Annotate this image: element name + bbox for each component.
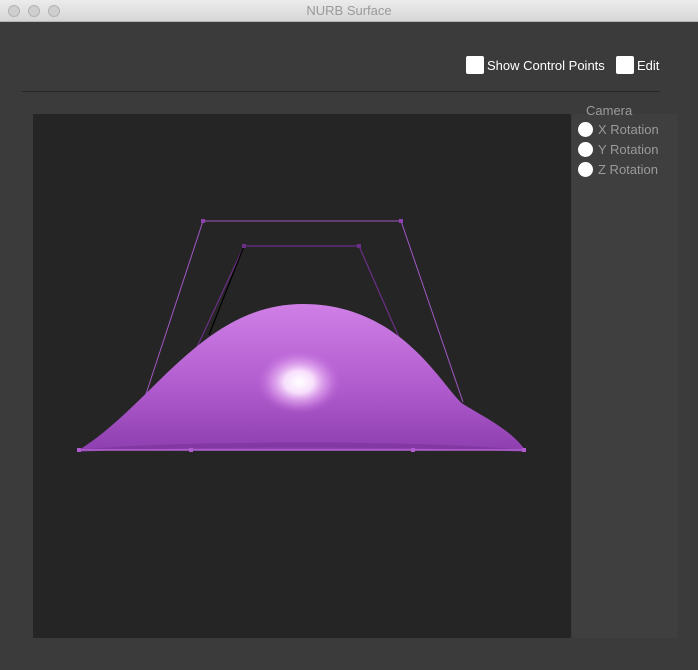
control-point[interactable]	[357, 244, 361, 248]
camera-title: Camera	[586, 103, 633, 118]
control-point[interactable]	[399, 219, 403, 223]
z-rotation-radio[interactable]	[578, 162, 593, 177]
title-bar: NURB Surface	[0, 0, 698, 22]
edit-toggle[interactable]: Edit	[616, 56, 659, 74]
separator-line	[22, 91, 660, 92]
z-rotation-label: Z Rotation	[598, 162, 658, 177]
top-options-panel: Show Control Points Edit	[0, 22, 698, 92]
z-rotation-option[interactable]: Z Rotation	[578, 162, 658, 177]
nurb-render-canvas[interactable]	[33, 114, 571, 638]
y-rotation-option[interactable]: Y Rotation	[578, 142, 658, 157]
x-rotation-option[interactable]: X Rotation	[578, 122, 659, 137]
y-rotation-label: Y Rotation	[598, 142, 659, 157]
show-control-points-checkbox[interactable]	[466, 56, 484, 74]
edit-checkbox[interactable]	[616, 56, 634, 74]
control-point[interactable]	[77, 448, 81, 452]
camera-panel: Camera X Rotation Y Rotation Z Rotation	[572, 103, 678, 638]
control-point[interactable]	[522, 448, 526, 452]
y-rotation-radio[interactable]	[578, 142, 593, 157]
control-point[interactable]	[201, 219, 205, 223]
control-point[interactable]	[411, 448, 415, 452]
edit-label: Edit	[637, 57, 660, 73]
control-point[interactable]	[189, 448, 193, 452]
specular-highlight	[257, 350, 341, 414]
window-title: NURB Surface	[306, 3, 392, 18]
nurb-surface-view	[77, 219, 526, 452]
x-rotation-radio[interactable]	[578, 122, 593, 137]
window-body: Show Control Points Edit Camera X Rotati…	[0, 22, 698, 670]
show-control-points-label: Show Control Points	[487, 57, 605, 73]
x-rotation-label: X Rotation	[598, 122, 659, 137]
control-point[interactable]	[242, 244, 246, 248]
show-control-points-toggle[interactable]: Show Control Points	[466, 56, 605, 74]
